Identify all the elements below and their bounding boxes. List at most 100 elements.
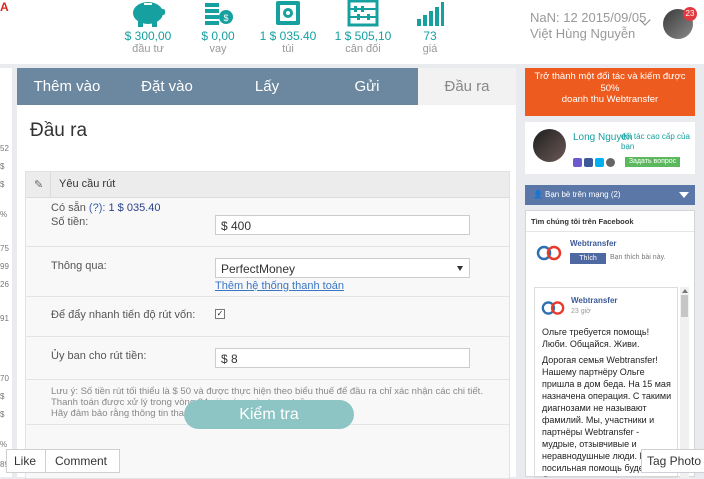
strip-value: % <box>0 210 8 219</box>
post-headline: Ольге требуется помощь! Люби. Общайся. Ж… <box>542 327 650 349</box>
strip-value: 91 <box>0 314 9 323</box>
tab-withdraw[interactable]: Đầu ra <box>418 68 516 105</box>
via-label: Thông qua: <box>51 260 107 272</box>
stat-value: $ 300,00 <box>124 29 172 43</box>
webtransfer-logo-icon <box>536 245 562 261</box>
tab-send[interactable]: Gửi <box>317 68 417 105</box>
facebook-page-name[interactable]: Webtransfer <box>570 239 617 248</box>
strip-value: $ <box>0 410 5 419</box>
partner-avatar[interactable] <box>533 129 566 162</box>
tab-invest[interactable]: Đặt vào <box>117 68 217 105</box>
user-date: NaN: 12 2015/09/05 <box>530 10 647 25</box>
withdraw-form: ✎ Yêu cầu rút Có sẵn (?): 1 $ 035.40 Số … <box>25 171 510 479</box>
add-payment-system-link[interactable]: Thêm hệ thống thanh toán <box>215 280 344 292</box>
tag-photo-button[interactable]: Tag Photo <box>641 449 704 473</box>
row-divider <box>26 336 509 337</box>
post-author[interactable]: Webtransfer <box>571 296 618 305</box>
friends-label: Bạn bè trên mạng (2) <box>545 190 621 199</box>
strip-value: 75 <box>0 244 9 253</box>
photo-actions-bar: Like Comment <box>6 449 120 473</box>
speed-up-label: Để đẩy nhanh tiến độ rút vốn: <box>51 309 196 321</box>
partner-card: Long Nguyen đối tác cao cấp của bạn Зада… <box>525 122 695 174</box>
tab-bar: Thêm vào Đặt vào Lấy Gửi Đầu ra <box>17 68 516 105</box>
facebook-icon[interactable] <box>584 158 593 167</box>
note-line: Lưu ý: Số tiền rút tối thiểu là $ 50 và … <box>51 386 483 397</box>
email-icon[interactable] <box>573 158 582 167</box>
facebook-widget-header: Tìm chúng tôi trên Facebook <box>531 217 634 226</box>
facebook-like-text: Bạn thích bài này. <box>610 254 666 261</box>
stat-invested[interactable]: $ 300,00 đầu tư <box>108 0 188 56</box>
skype-icon[interactable] <box>595 158 604 167</box>
main-panel: Thêm vào Đặt vào Lấy Gửi Đầu ra Đầu ra ✎… <box>17 68 516 479</box>
dropdown-arrow-icon <box>457 266 463 271</box>
stat-label: đầu tư <box>132 43 164 55</box>
amount-label: Số tiền: <box>51 216 89 228</box>
pencil-icon: ✎ <box>34 179 44 191</box>
chat-icon[interactable] <box>606 158 615 167</box>
form-header: ✎ Yêu cầu rút <box>26 172 509 198</box>
notification-badge[interactable]: 23 <box>683 7 697 21</box>
strip-value: 26 <box>0 280 9 289</box>
stat-label: túi <box>282 43 294 55</box>
facebook-like-button[interactable]: Thích <box>570 253 606 264</box>
user-name[interactable]: Việt Hùng Nguyễn <box>530 26 635 41</box>
post-time: 23 giờ <box>571 308 591 315</box>
promo-line: doanh thu Webtransfer <box>561 94 659 105</box>
row-divider <box>26 296 509 297</box>
partner-tag: đối tác cao cấp của bạn <box>621 132 690 151</box>
strip-value: 52 <box>0 144 9 153</box>
scroll-up-icon[interactable] <box>682 289 688 293</box>
payment-system-select[interactable]: PerfectMoney <box>215 258 470 278</box>
divider <box>45 450 46 472</box>
brand-mark: A <box>0 0 9 14</box>
divider <box>526 231 694 232</box>
promo-line: 50% <box>600 82 620 94</box>
available-label: Có sẵn (?): 1 $ 035.40 <box>51 202 161 214</box>
speed-up-checkbox[interactable]: ✓ <box>215 309 225 319</box>
chevron-down-icon <box>679 192 689 198</box>
strip-value: 99 <box>0 262 9 271</box>
like-button[interactable]: Like <box>14 450 36 472</box>
payment-system-value: PerfectMoney <box>221 262 296 276</box>
comment-button[interactable]: Comment <box>55 450 107 472</box>
promo-line: Trở thành một đối tác và kiếm được <box>534 71 686 82</box>
stat-value: $ 0,00 <box>201 29 235 43</box>
stat-label: giá <box>422 43 438 55</box>
ask-question-button[interactable]: Задать вопрос <box>625 157 680 167</box>
stat-value: 1 $ 035.40 <box>259 29 317 43</box>
stat-label: vay <box>209 43 227 55</box>
strip-value: $ <box>0 392 5 401</box>
stat-value: 73 <box>423 29 437 43</box>
check-button[interactable]: Kiểm tra <box>184 400 354 429</box>
strip-value: % <box>0 440 8 449</box>
bar-chart-icon <box>390 0 470 28</box>
divider <box>50 172 51 197</box>
form-title: Yêu cầu rút <box>59 178 116 190</box>
webtransfer-logo-icon <box>541 301 565 315</box>
available-value: 1 $ 035.40 <box>108 202 161 214</box>
amount-input[interactable]: $ 400 <box>215 215 470 235</box>
stat-wallet[interactable]: 1 $ 035.40 túi <box>248 0 328 56</box>
stat-price[interactable]: 73 giá <box>390 0 470 56</box>
tab-take[interactable]: Lấy <box>217 68 317 105</box>
row-divider <box>26 379 509 380</box>
strip-value: $ <box>0 162 5 171</box>
coins-icon: $ <box>178 0 258 28</box>
left-sidebar-strip: 52 $ $ % 75 99 26 91 70 $ $ % 89 <box>0 68 12 477</box>
piggy-bank-icon <box>108 0 188 28</box>
stat-loan[interactable]: $ $ 0,00 vay <box>178 0 258 56</box>
facebook-widget: Tìm chúng tôi trên Facebook Webtransfer … <box>525 210 695 478</box>
safe-icon <box>248 0 328 28</box>
scrollbar-thumb[interactable] <box>681 295 688 317</box>
commission-label: Ủy ban cho rút tiền: <box>51 350 147 362</box>
row-divider <box>26 246 509 247</box>
friends-online-bar[interactable]: 👤 Bạn bè trên mạng (2) <box>525 185 695 205</box>
tab-deposit[interactable]: Thêm vào <box>17 68 117 105</box>
top-header: A $ 300,00 đầu tư $ $ 0,00 vay 1 $ 035.4… <box>0 0 704 64</box>
available-help-link[interactable]: (?): <box>89 202 106 214</box>
partner-promo-banner[interactable]: Trở thành một đối tác và kiếm được 50% d… <box>525 68 695 116</box>
strip-value: $ <box>0 180 5 189</box>
page-title: Đầu ra <box>30 120 88 141</box>
commission-input[interactable]: $ 8 <box>215 348 470 368</box>
strip-value: 70 <box>0 374 9 383</box>
